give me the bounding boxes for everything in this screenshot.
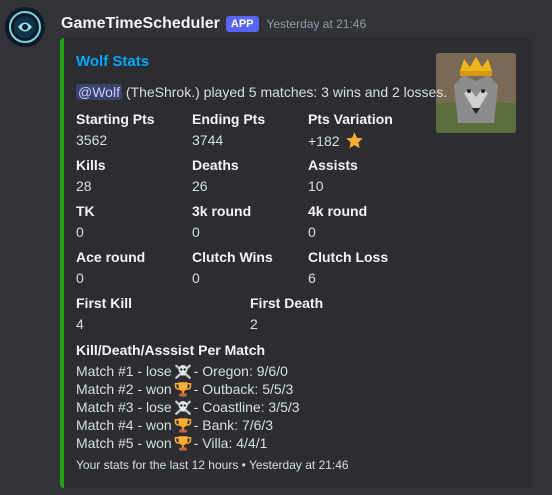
field-name: Kills bbox=[76, 157, 106, 173]
field-4k-round: 4k round 0 bbox=[308, 202, 418, 241]
field-ending-pts: Ending Pts 3744 bbox=[192, 110, 302, 149]
embed-footer: Your stats for the last 12 hours • Yeste… bbox=[76, 458, 349, 472]
match-result-text: Match #2 - won bbox=[76, 381, 172, 397]
field-deaths: Deaths 26 bbox=[192, 156, 302, 195]
field-name: Starting Pts bbox=[76, 111, 155, 127]
skull-crossbones-icon bbox=[174, 400, 191, 415]
field-tk: TK 0 bbox=[76, 202, 186, 241]
match-line: Match #3 - lose - Coastline: 3/5/3 bbox=[76, 398, 300, 416]
message-header: GameTimeScheduler APP Yesterday at 21:46 bbox=[61, 14, 366, 34]
field-name: First Death bbox=[250, 295, 324, 311]
field-first-kill: First Kill 4 bbox=[76, 294, 186, 333]
stats-embed: Wolf Stats @Wolf (TheShrok.) played 5 ma… bbox=[60, 38, 532, 488]
skull-crossbones-icon bbox=[174, 364, 191, 379]
description-text: (TheShrok.) played 5 matches: 3 wins and… bbox=[121, 84, 448, 100]
match-map-score: - Oregon: 9/6/0 bbox=[193, 363, 288, 379]
field-value: 0 bbox=[76, 224, 84, 240]
field-value: 10 bbox=[308, 178, 324, 194]
field-value: 2 bbox=[250, 316, 258, 332]
field-value: +182 bbox=[308, 131, 418, 150]
field-pts-variation: Pts Variation +182 bbox=[308, 110, 418, 150]
field-3k-round: 3k round 0 bbox=[192, 202, 302, 241]
field-name: Clutch Loss bbox=[308, 249, 389, 265]
field-value: 0 bbox=[76, 270, 84, 286]
field-value: 3744 bbox=[192, 132, 224, 148]
trophy-icon bbox=[174, 382, 191, 397]
trophy-icon bbox=[174, 418, 191, 433]
field-starting-pts: Starting Pts 3562 bbox=[76, 110, 186, 149]
match-list: Match #1 - lose - Oregon: 9/6/0 Match #2… bbox=[76, 362, 300, 452]
field-value: 4 bbox=[76, 316, 84, 332]
app-badge: APP bbox=[225, 16, 259, 32]
field-value: 0 bbox=[192, 224, 200, 240]
field-kills: Kills 28 bbox=[76, 156, 186, 195]
embed-title[interactable]: Wolf Stats bbox=[76, 53, 149, 70]
user-mention[interactable]: @Wolf bbox=[76, 84, 122, 100]
field-ace-round: Ace round 0 bbox=[76, 248, 186, 287]
match-result-text: Match #4 - won bbox=[76, 417, 172, 433]
message-timestamp[interactable]: Yesterday at 21:46 bbox=[267, 17, 367, 31]
match-result-text: Match #1 - lose bbox=[76, 363, 172, 379]
match-result-text: Match #3 - lose bbox=[76, 399, 172, 415]
match-map-score: - Coastline: 3/5/3 bbox=[193, 399, 300, 415]
embed-description: @Wolf (TheShrok.) played 5 matches: 3 wi… bbox=[76, 84, 447, 100]
trophy-icon bbox=[174, 436, 191, 451]
field-name: 3k round bbox=[192, 203, 252, 219]
match-line: Match #1 - lose - Oregon: 9/6/0 bbox=[76, 362, 300, 380]
field-kda-per-match: Kill/Death/Asssist Per Match Match #1 - … bbox=[76, 341, 300, 452]
wolf-thumbnail-image[interactable] bbox=[436, 53, 516, 133]
field-value: 0 bbox=[192, 270, 200, 286]
field-name: Kill/Death/Asssist Per Match bbox=[76, 342, 266, 358]
field-first-death: First Death 2 bbox=[250, 294, 360, 333]
author-username[interactable]: GameTimeScheduler bbox=[61, 15, 220, 33]
field-value: 28 bbox=[76, 178, 92, 194]
field-clutch-loss: Clutch Loss 6 bbox=[308, 248, 418, 287]
field-name: First Kill bbox=[76, 295, 133, 311]
field-name: Deaths bbox=[192, 157, 239, 173]
match-map-score: - Outback: 5/5/3 bbox=[193, 381, 294, 397]
bot-avatar[interactable] bbox=[5, 7, 45, 47]
field-value: 26 bbox=[192, 178, 208, 194]
field-name: Pts Variation bbox=[308, 111, 393, 127]
match-line: Match #2 - won - Outback: 5/5/3 bbox=[76, 380, 300, 398]
match-line: Match #4 - won - Bank: 7/6/3 bbox=[76, 416, 300, 434]
field-name: 4k round bbox=[308, 203, 368, 219]
field-name: Ending Pts bbox=[192, 111, 266, 127]
field-assists: Assists 10 bbox=[308, 156, 418, 195]
field-name: TK bbox=[76, 203, 95, 219]
field-name: Ace round bbox=[76, 249, 146, 265]
match-line: Match #5 - won - Villa: 4/4/1 bbox=[76, 434, 300, 452]
match-map-score: - Villa: 4/4/1 bbox=[193, 435, 268, 451]
star-icon bbox=[346, 132, 364, 149]
match-result-text: Match #5 - won bbox=[76, 435, 172, 451]
field-value: 0 bbox=[308, 224, 316, 240]
pts-variation-value: +182 bbox=[308, 133, 340, 149]
field-value: 3562 bbox=[76, 132, 108, 148]
field-name: Assists bbox=[308, 157, 358, 173]
match-map-score: - Bank: 7/6/3 bbox=[193, 417, 274, 433]
field-clutch-wins: Clutch Wins 0 bbox=[192, 248, 302, 287]
field-value: 6 bbox=[308, 270, 316, 286]
field-name: Clutch Wins bbox=[192, 249, 273, 265]
